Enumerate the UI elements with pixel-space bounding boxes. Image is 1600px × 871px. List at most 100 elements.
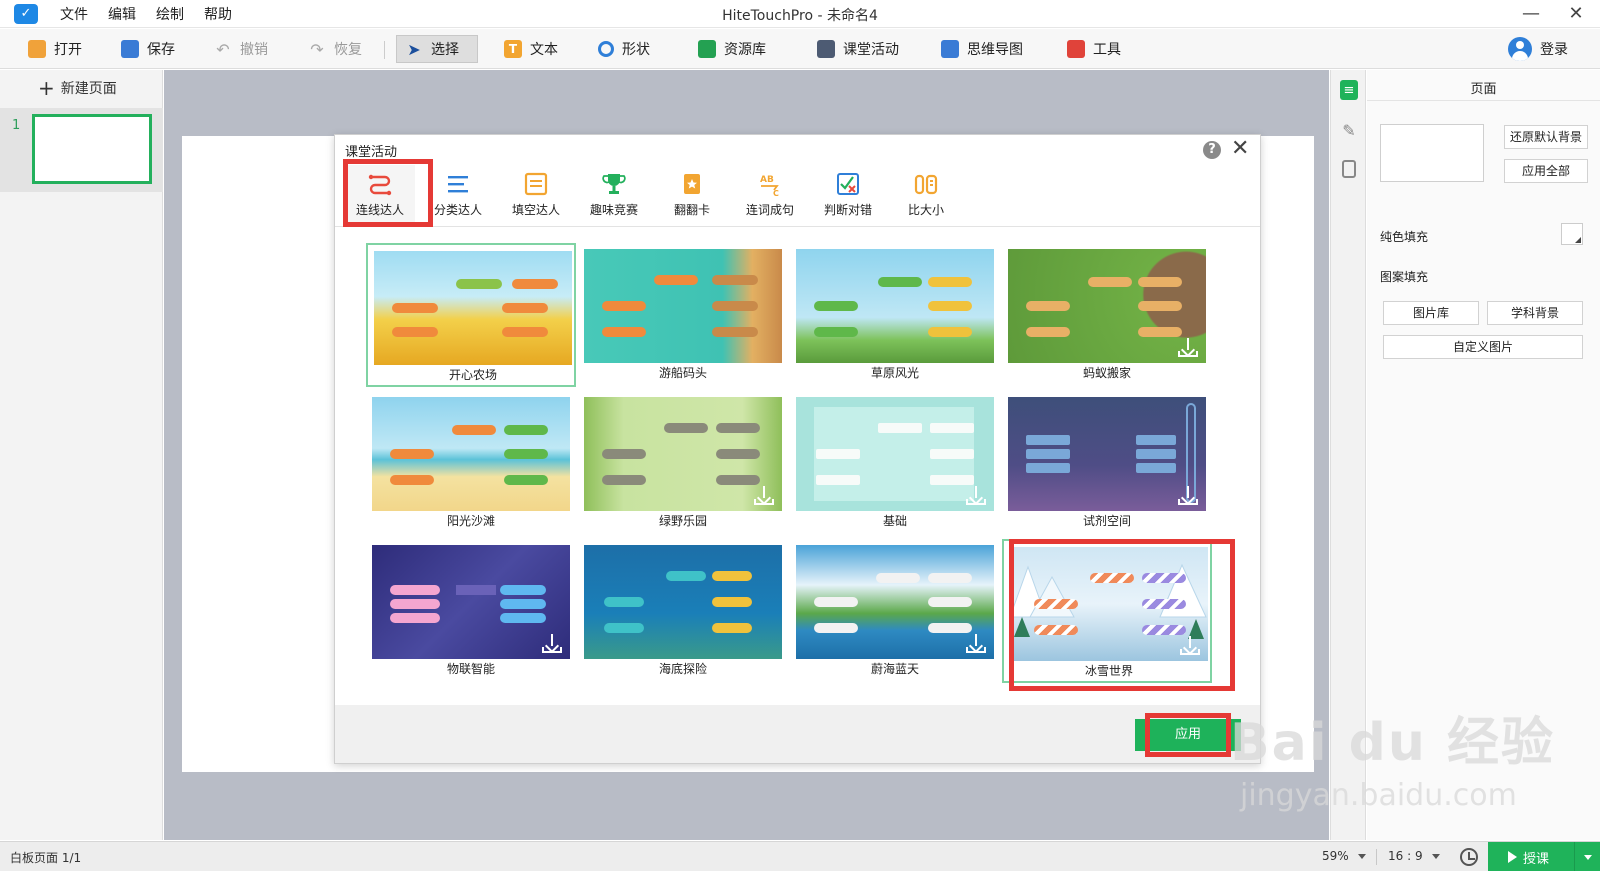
custom-image-button[interactable]: 自定义图片 — [1383, 335, 1583, 359]
open-button[interactable]: 打开 — [20, 35, 90, 63]
template-thumbnail — [372, 397, 570, 511]
template-card-ice-snow-world[interactable]: 冰雪世界 — [1002, 539, 1212, 683]
zoom-dropdown-icon[interactable] — [1358, 854, 1366, 859]
select-tool-button[interactable]: ➤ 选择 — [396, 35, 478, 63]
save-icon — [121, 40, 139, 58]
template-card-grassland[interactable]: 草原风光 — [790, 243, 1000, 387]
template-name: 游船码头 — [658, 366, 707, 380]
resources-label: 资源库 — [724, 42, 766, 58]
undo-icon: ↶ — [216, 39, 230, 59]
menu-file[interactable]: 文件 — [60, 4, 88, 24]
color-picker[interactable] — [1561, 223, 1583, 245]
tools-button[interactable]: 工具 — [1059, 35, 1129, 63]
page-settings-icon[interactable]: ≡ — [1340, 80, 1358, 100]
user-avatar-icon — [1508, 37, 1532, 61]
tab-fill-blank[interactable]: 填空达人 — [501, 165, 571, 223]
form-icon — [523, 171, 549, 197]
subject-background-button[interactable]: 学科背景 — [1487, 301, 1583, 325]
minimize-button[interactable]: — — [1516, 2, 1546, 26]
background-preview — [1380, 124, 1484, 182]
ratio-dropdown-icon[interactable] — [1432, 854, 1440, 859]
template-card-reagent-space[interactable]: 试剂空间 — [1002, 391, 1212, 535]
tab-compare[interactable]: 比大小 — [891, 165, 961, 223]
pages-panel: + 新建页面 1 — [0, 70, 163, 840]
status-divider — [1376, 849, 1377, 865]
tab-flip-card[interactable]: 翻翻卡 — [657, 165, 727, 223]
history-icon[interactable] — [1460, 848, 1478, 866]
resources-button[interactable]: 资源库 — [690, 35, 774, 63]
template-card-ants-moving[interactable]: 蚂蚁搬家 — [1002, 243, 1212, 387]
page-thumbnail-row[interactable]: 1 — [0, 108, 163, 192]
page-thumbnail[interactable] — [32, 114, 152, 184]
template-card-blue-sky[interactable]: 蔚海蓝天 — [790, 539, 1000, 683]
classroom-activity-button[interactable]: 课堂活动 — [809, 35, 907, 63]
zoom-level[interactable]: 59% — [1322, 849, 1349, 863]
tab-label: 连线达人 — [355, 203, 404, 217]
download-icon[interactable] — [1180, 635, 1200, 655]
login-button[interactable]: 登录 — [1508, 35, 1568, 63]
template-card-iot-smart[interactable]: 物联智能 — [366, 539, 576, 683]
tab-label: 填空达人 — [511, 203, 560, 217]
tools-label: 工具 — [1093, 42, 1121, 58]
tab-true-false[interactable]: 判断对错 — [813, 165, 883, 223]
tab-matching[interactable]: 连线达人 — [345, 165, 415, 223]
template-thumbnail — [584, 545, 782, 659]
tab-label: 分类达人 — [433, 203, 482, 217]
template-name: 蚂蚁搬家 — [1082, 366, 1131, 380]
aspect-ratio[interactable]: 16 : 9 — [1388, 849, 1423, 863]
template-card-basic[interactable]: 基础 — [790, 391, 1000, 535]
redo-icon: ↷ — [310, 39, 324, 59]
template-thumbnail — [584, 397, 782, 511]
menu-draw[interactable]: 绘制 — [156, 4, 184, 24]
pin-icon[interactable]: ✎ — [1340, 120, 1358, 140]
start-lecture-button[interactable]: 授课 — [1488, 842, 1600, 871]
tab-label: 判断对错 — [823, 203, 872, 217]
text-tool-button[interactable]: T 文本 — [496, 35, 566, 63]
template-name: 基础 — [882, 514, 907, 528]
download-icon[interactable] — [1178, 337, 1198, 357]
undo-button[interactable]: ↶ 撤销 — [206, 35, 276, 63]
menu-help[interactable]: 帮助 — [204, 4, 232, 24]
download-icon[interactable] — [966, 485, 986, 505]
save-button[interactable]: 保存 — [113, 35, 183, 63]
tab-classify[interactable]: 分类达人 — [423, 165, 493, 223]
close-window-button[interactable]: ✕ — [1561, 2, 1591, 26]
template-card-deep-sea[interactable]: 海底探险 — [578, 539, 788, 683]
template-card-boat-dock[interactable]: 游船码头 — [578, 243, 788, 387]
menu-edit[interactable]: 编辑 — [108, 4, 136, 24]
template-name: 海底探险 — [658, 662, 707, 676]
shape-icon — [598, 41, 614, 57]
help-icon[interactable]: ? — [1203, 141, 1221, 159]
template-card-green-park[interactable]: 绿野乐园 — [578, 391, 788, 535]
new-page-button[interactable]: + 新建页面 — [38, 78, 117, 98]
redo-button[interactable]: ↷ 恢复 — [300, 35, 370, 63]
template-card-sunny-beach[interactable]: 阳光沙滩 — [366, 391, 576, 535]
layers-icon[interactable] — [1342, 160, 1356, 178]
toolbar-divider — [384, 41, 385, 59]
shape-tool-button[interactable]: 形状 — [590, 35, 658, 63]
image-gallery-button[interactable]: 图片库 — [1383, 301, 1479, 325]
lecture-options-dropdown[interactable] — [1574, 842, 1600, 871]
restore-default-bg-button[interactable]: 还原默认背景 — [1504, 125, 1588, 149]
download-icon[interactable] — [754, 485, 774, 505]
download-icon[interactable] — [542, 633, 562, 653]
text-label: 文本 — [530, 42, 558, 58]
template-name: 物联智能 — [446, 662, 495, 676]
plus-icon: + — [38, 76, 55, 100]
apply-all-button[interactable]: 应用全部 — [1504, 159, 1588, 183]
download-icon[interactable] — [966, 633, 986, 653]
open-label: 打开 — [54, 42, 82, 58]
tab-sentence[interactable]: AB C 连词成句 — [735, 165, 805, 223]
template-thumbnail — [374, 251, 572, 365]
svg-text:AB: AB — [760, 175, 774, 185]
template-card-happy-farm[interactable]: 开心农场 — [366, 243, 576, 387]
mindmap-button[interactable]: 思维导图 — [933, 35, 1031, 63]
template-name: 草原风光 — [870, 366, 919, 380]
template-name: 试剂空间 — [1082, 514, 1131, 528]
download-icon[interactable] — [1178, 485, 1198, 505]
tab-competition[interactable]: 趣味竞赛 — [579, 165, 649, 223]
apply-button[interactable]: 应用 — [1135, 719, 1241, 751]
template-name: 蔚海蓝天 — [870, 662, 919, 676]
folder-icon — [28, 40, 46, 58]
dialog-close-icon[interactable]: ✕ — [1231, 137, 1249, 161]
